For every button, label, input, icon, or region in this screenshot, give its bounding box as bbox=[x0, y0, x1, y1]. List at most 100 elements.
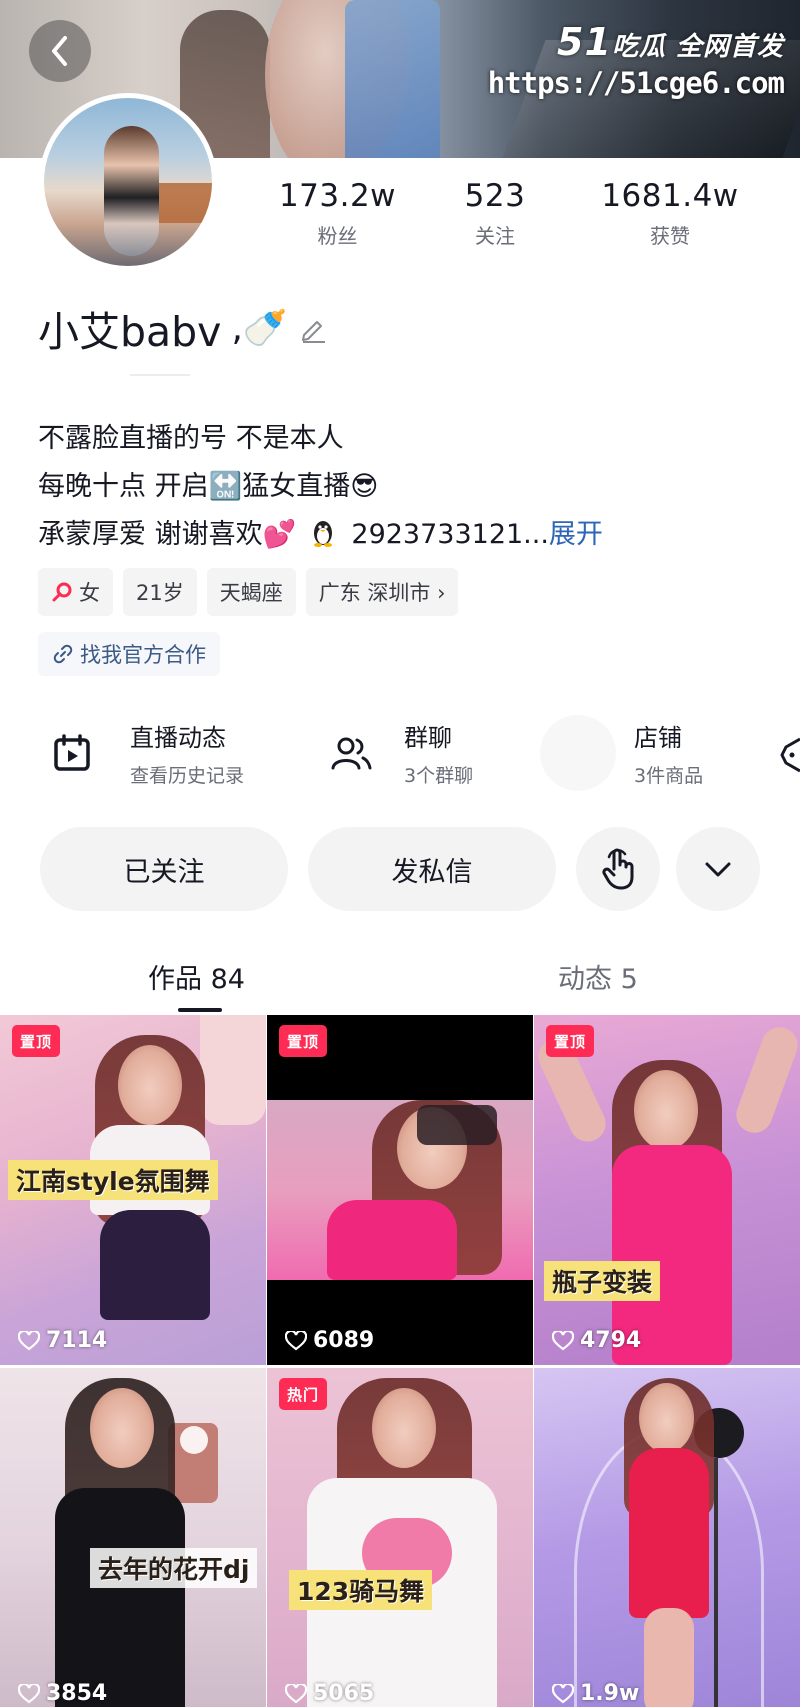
heart-icon bbox=[18, 1683, 40, 1703]
back-button[interactable] bbox=[29, 20, 91, 82]
bio-line: 承蒙厚爱 谢谢喜欢💕 2923733121...展开 bbox=[38, 511, 603, 564]
tag-label: 天蝎座 bbox=[219, 581, 283, 605]
bio-line: 每晚十点 开启🔛猛女直播😎 bbox=[38, 471, 379, 502]
link-icon bbox=[53, 644, 73, 664]
followed-label: 已关注 bbox=[123, 856, 205, 888]
more-options-button[interactable] bbox=[676, 827, 760, 911]
profile-stats: 173.2w 粉丝 523 关注 1681.4w 获赞 bbox=[255, 178, 780, 249]
tab-underline bbox=[178, 1008, 222, 1012]
heart-icon bbox=[552, 1683, 574, 1703]
like-count: 1.9w bbox=[552, 1681, 639, 1706]
video-thumbnail[interactable]: 去年的花开dj 3854 bbox=[0, 1368, 266, 1707]
video-caption: 瓶子变装 bbox=[544, 1261, 661, 1301]
name-row: 小艾babv ,🍼 bbox=[38, 298, 328, 358]
like-count-value: 1.9w bbox=[580, 1681, 640, 1706]
cooperation-label: 找我官方合作 bbox=[80, 643, 206, 667]
feature-live[interactable]: 直播动态 查看历史记录 bbox=[50, 700, 244, 805]
video-caption: 123骑马舞 bbox=[289, 1570, 433, 1610]
like-count: 4794 bbox=[552, 1328, 641, 1353]
group-chat-icon bbox=[331, 737, 372, 769]
like-count-value: 6089 bbox=[313, 1328, 375, 1353]
video-thumbnail[interactable]: 置顶 瓶子变装 4794 bbox=[534, 1015, 800, 1365]
bio-line: 不露脸直播的号 不是本人 bbox=[38, 423, 344, 454]
shop-icon bbox=[540, 714, 616, 791]
feature-group-chat[interactable]: 群聊 3个群聊 bbox=[330, 700, 473, 805]
feature-title: 直播动态 bbox=[130, 723, 226, 752]
stat-fans[interactable]: 173.2w 粉丝 bbox=[255, 178, 420, 249]
stat-label: 粉丝 bbox=[317, 224, 358, 248]
like-count: 5065 bbox=[285, 1681, 374, 1706]
video-grid: 置顶 江南style氛围舞 7114 置顶 6089 置顶 瓶子变装 4794 … bbox=[0, 1015, 800, 1707]
tag-label: 广东 深圳市 › bbox=[318, 581, 446, 605]
like-count: 7114 bbox=[18, 1328, 107, 1353]
video-caption: 去年的花开dj bbox=[90, 1548, 258, 1588]
watermark-suffix: 吃瓜 全网首发 bbox=[611, 32, 784, 62]
tag-icon bbox=[780, 737, 800, 772]
feature-title: 群聊 bbox=[404, 723, 452, 752]
like-count: 6089 bbox=[285, 1328, 374, 1353]
bio-line-text: 承蒙厚爱 谢谢喜欢💕 bbox=[38, 519, 297, 550]
tag-age: 21岁 bbox=[123, 568, 197, 616]
name-emoji: ,🍼 bbox=[231, 308, 288, 349]
like-count-value: 3854 bbox=[46, 1681, 108, 1706]
like-count-value: 4794 bbox=[580, 1328, 642, 1353]
feature-more[interactable] bbox=[780, 700, 800, 805]
poke-button[interactable] bbox=[576, 827, 660, 911]
watermark-url: https://51cge6.com bbox=[487, 66, 785, 100]
feature-row: 直播动态 查看历史记录 群聊 3个群聊 店铺 3件商品 bbox=[0, 700, 800, 805]
video-thumbnail[interactable]: 1.9w bbox=[534, 1368, 800, 1707]
pinned-badge: 置顶 bbox=[546, 1025, 595, 1057]
video-thumbnail[interactable]: 置顶 6089 bbox=[267, 1015, 533, 1365]
penguin-icon bbox=[311, 516, 335, 564]
heart-icon bbox=[285, 1683, 307, 1703]
tag-gender: 女 bbox=[38, 568, 113, 616]
stat-value: 1681.4w bbox=[601, 178, 739, 214]
cooperation-link[interactable]: 找我官方合作 bbox=[38, 632, 220, 676]
pinned-badge: 置顶 bbox=[279, 1025, 328, 1057]
message-button[interactable]: 发私信 bbox=[308, 827, 556, 911]
feature-shop[interactable]: 店铺 3件商品 bbox=[540, 700, 703, 805]
stat-label: 关注 bbox=[475, 224, 515, 248]
tag-location[interactable]: 广东 深圳市 › bbox=[305, 568, 459, 616]
stat-likes[interactable]: 1681.4w 获赞 bbox=[570, 178, 770, 249]
like-count: 3854 bbox=[18, 1681, 107, 1706]
stat-label: 获赞 bbox=[650, 224, 690, 248]
message-label: 发私信 bbox=[391, 856, 473, 888]
avatar[interactable] bbox=[39, 93, 217, 271]
watermark-brand: 51 bbox=[557, 20, 612, 64]
profile-page: 51吃瓜 全网首发 https://51cge6.com 173.2w 粉丝 5… bbox=[0, 0, 800, 1707]
tap-hand-icon bbox=[602, 848, 634, 890]
stat-following[interactable]: 523 关注 bbox=[420, 178, 570, 249]
chevron-left-icon bbox=[52, 36, 67, 66]
watermark: 51吃瓜 全网首发 https://51cge6.com bbox=[487, 20, 785, 100]
feature-title: 店铺 bbox=[634, 723, 682, 752]
content-tabs: 作品 84 动态 5 bbox=[0, 935, 800, 1015]
video-thumbnail[interactable]: 置顶 江南style氛围舞 7114 bbox=[0, 1015, 266, 1365]
profile-tags: 女 21岁 天蝎座 广东 深圳市 › bbox=[38, 568, 459, 616]
video-caption: 江南style氛围舞 bbox=[8, 1160, 218, 1200]
profile-name: 小艾babv bbox=[38, 308, 222, 356]
followed-button[interactable]: 已关注 bbox=[40, 827, 288, 911]
bio-expand-link[interactable]: 展开 bbox=[549, 519, 603, 550]
pinned-badge: 置顶 bbox=[12, 1025, 61, 1057]
video-thumbnail[interactable]: 热门 123骑马舞 5065 bbox=[267, 1368, 533, 1707]
stat-value: 173.2w bbox=[278, 178, 397, 214]
qq-number: 2923733121... bbox=[351, 519, 549, 550]
like-count-value: 7114 bbox=[46, 1328, 108, 1353]
tag-zodiac: 天蝎座 bbox=[206, 568, 296, 616]
feature-subtitle: 3件商品 bbox=[634, 764, 704, 787]
feature-subtitle: 查看历史记录 bbox=[130, 764, 245, 787]
heart-icon bbox=[285, 1330, 307, 1350]
tag-label: 女 bbox=[79, 581, 100, 605]
edit-icon[interactable] bbox=[298, 313, 328, 343]
tab-moments[interactable]: 动态 5 bbox=[558, 957, 638, 996]
tag-label: 21岁 bbox=[136, 581, 184, 605]
hot-badge: 热门 bbox=[279, 1378, 328, 1410]
heart-icon bbox=[552, 1330, 574, 1350]
feature-subtitle: 3个群聊 bbox=[404, 764, 474, 787]
heart-icon bbox=[18, 1330, 40, 1350]
tab-works[interactable]: 作品 84 bbox=[148, 957, 245, 996]
divider bbox=[130, 374, 190, 376]
chevron-down-icon bbox=[705, 862, 731, 877]
stat-value: 523 bbox=[464, 178, 526, 214]
